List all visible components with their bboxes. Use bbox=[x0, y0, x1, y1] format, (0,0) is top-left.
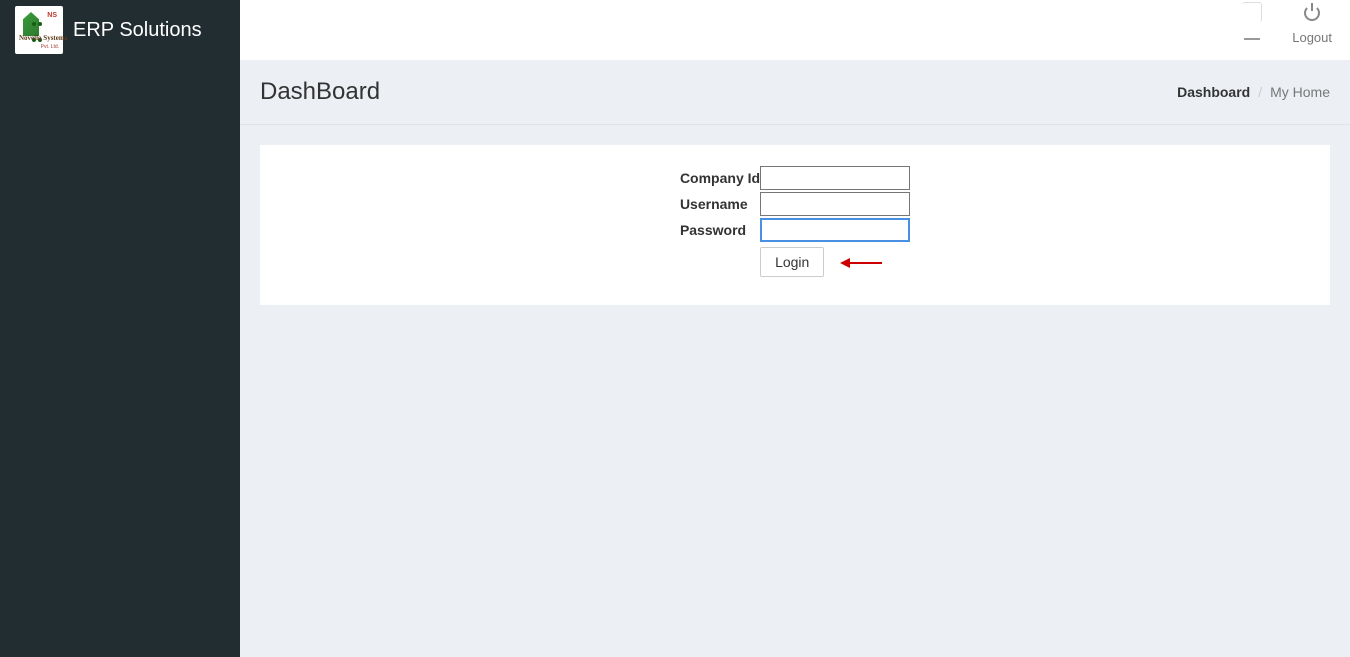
logout-button[interactable]: Logout bbox=[1292, 0, 1332, 45]
topbar: Logout bbox=[240, 0, 1350, 60]
power-icon bbox=[1303, 4, 1321, 22]
app-title: ERP Solutions bbox=[73, 19, 202, 42]
login-button[interactable]: Login bbox=[760, 247, 824, 277]
sidebar-header: NS Novello Systems Pvt. Ltd. ERP Solutio… bbox=[0, 0, 240, 60]
username-row: Username bbox=[680, 191, 910, 217]
login-button-row: Login bbox=[680, 243, 910, 278]
breadcrumb: Dashboard / My Home bbox=[1177, 84, 1330, 100]
breadcrumb-current: My Home bbox=[1270, 84, 1330, 100]
user-icon bbox=[1242, 2, 1262, 22]
arrow-annotation-icon bbox=[840, 258, 882, 268]
page-title: DashBoard bbox=[260, 78, 380, 106]
topbar-user-item[interactable] bbox=[1242, 0, 1262, 40]
breadcrumb-separator: / bbox=[1258, 84, 1262, 100]
login-form: Company Id Username Password Login bbox=[680, 165, 910, 278]
company-id-row: Company Id bbox=[680, 165, 910, 191]
logout-label: Logout bbox=[1292, 30, 1332, 45]
username-label: Username bbox=[680, 191, 760, 217]
username-input[interactable] bbox=[760, 192, 910, 216]
password-row: Password bbox=[680, 217, 910, 243]
content: Company Id Username Password Login bbox=[240, 125, 1350, 325]
company-id-input[interactable] bbox=[760, 166, 910, 190]
app-logo: NS Novello Systems Pvt. Ltd. bbox=[15, 6, 63, 54]
login-panel: Company Id Username Password Login bbox=[260, 145, 1330, 305]
company-id-label: Company Id bbox=[680, 165, 760, 191]
main-area: Logout DashBoard Dashboard / My Home Com… bbox=[240, 0, 1350, 657]
page-header: DashBoard Dashboard / My Home bbox=[240, 60, 1350, 125]
sidebar: NS Novello Systems Pvt. Ltd. ERP Solutio… bbox=[0, 0, 240, 657]
breadcrumb-root[interactable]: Dashboard bbox=[1177, 84, 1250, 100]
password-label: Password bbox=[680, 217, 760, 243]
password-input[interactable] bbox=[760, 218, 910, 242]
